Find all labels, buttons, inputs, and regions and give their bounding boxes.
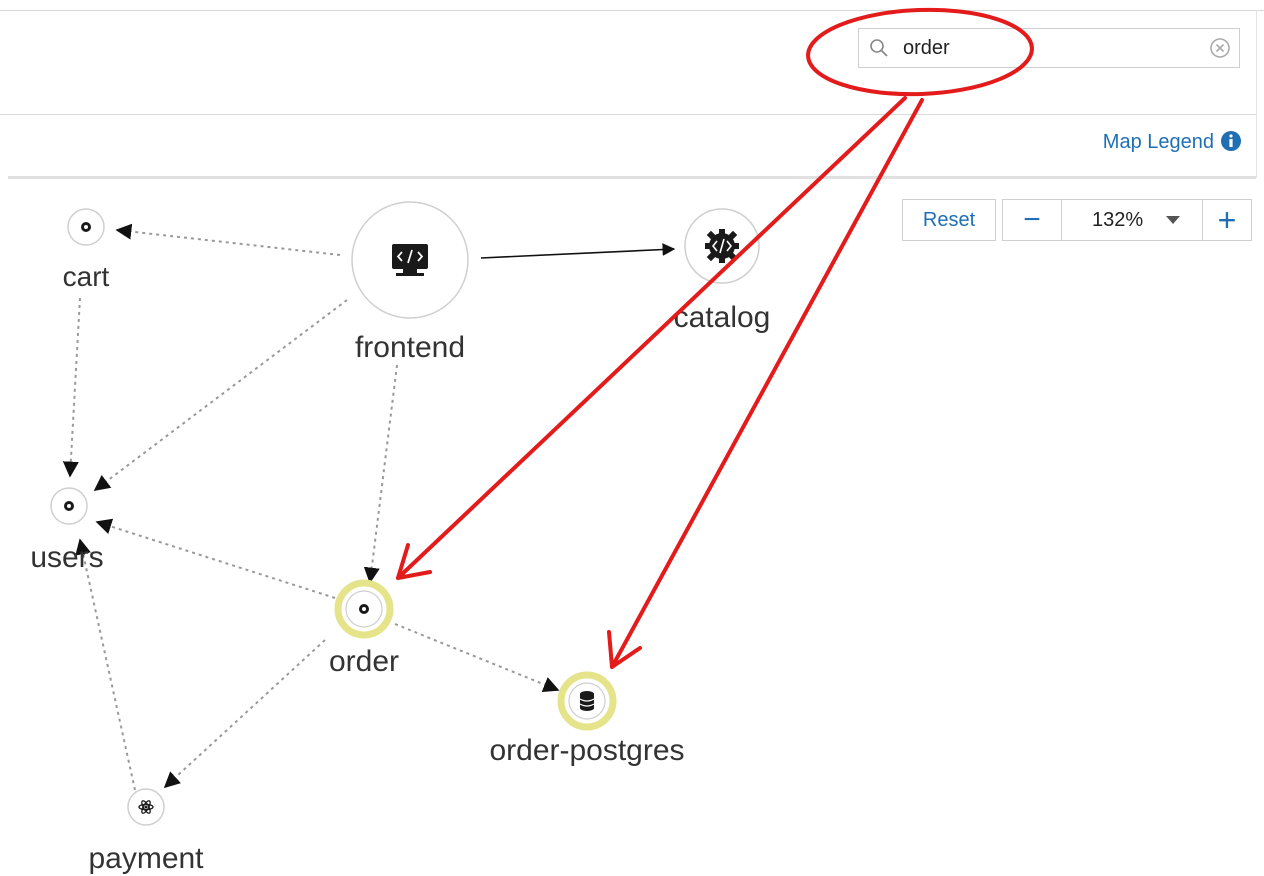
edge-order-orderpostgres	[394, 623, 560, 693]
zoom-controls: Reset − 132% +	[902, 199, 1252, 241]
service-map-view: Map Legend	[0, 0, 1264, 876]
edge-frontend-users	[93, 299, 348, 491]
node-label-cart: cart	[63, 261, 110, 292]
node-users[interactable]: users	[30, 487, 104, 574]
reset-button[interactable]: Reset	[902, 199, 996, 241]
edge-cart-users	[62, 297, 81, 478]
node-cart[interactable]: cart	[63, 208, 110, 292]
node-frontend[interactable]: frontend	[351, 201, 469, 364]
annotation-arrow-order-postgres	[607, 98, 924, 669]
service-icon	[359, 604, 369, 614]
edge-payment-users	[75, 538, 136, 791]
node-label-order: order	[329, 645, 399, 678]
annotation-ellipse	[806, 7, 1034, 97]
zoom-out-button[interactable]: −	[1002, 199, 1062, 241]
zoom-in-button[interactable]: +	[1202, 199, 1252, 241]
edge-frontend-catalog	[480, 243, 676, 259]
node-label-frontend: frontend	[355, 331, 465, 364]
zoom-level-select[interactable]: 132%	[1061, 199, 1203, 241]
node-label-order-postgres: order-postgres	[489, 734, 684, 767]
edge-frontend-order	[363, 364, 398, 584]
caret-down-icon	[1166, 216, 1180, 224]
edge-order-users	[95, 518, 336, 599]
zoom-level-value: 132%	[1092, 208, 1144, 231]
annotation-overlay	[396, 7, 1034, 669]
service-graph: cart frontend catalog users order order-…	[30, 7, 1034, 875]
node-label-users: users	[30, 541, 103, 574]
node-payment[interactable]: payment	[88, 788, 204, 875]
node-label-payment: payment	[88, 842, 204, 875]
database-icon	[579, 691, 595, 711]
edge-frontend-cart	[115, 223, 341, 256]
node-order[interactable]: order	[329, 579, 399, 678]
service-icon	[64, 501, 74, 511]
edge-order-payment	[163, 639, 326, 789]
node-order-postgres[interactable]: order-postgres	[489, 671, 685, 767]
annotation-arrow-order	[396, 96, 907, 580]
service-icon	[81, 222, 91, 232]
